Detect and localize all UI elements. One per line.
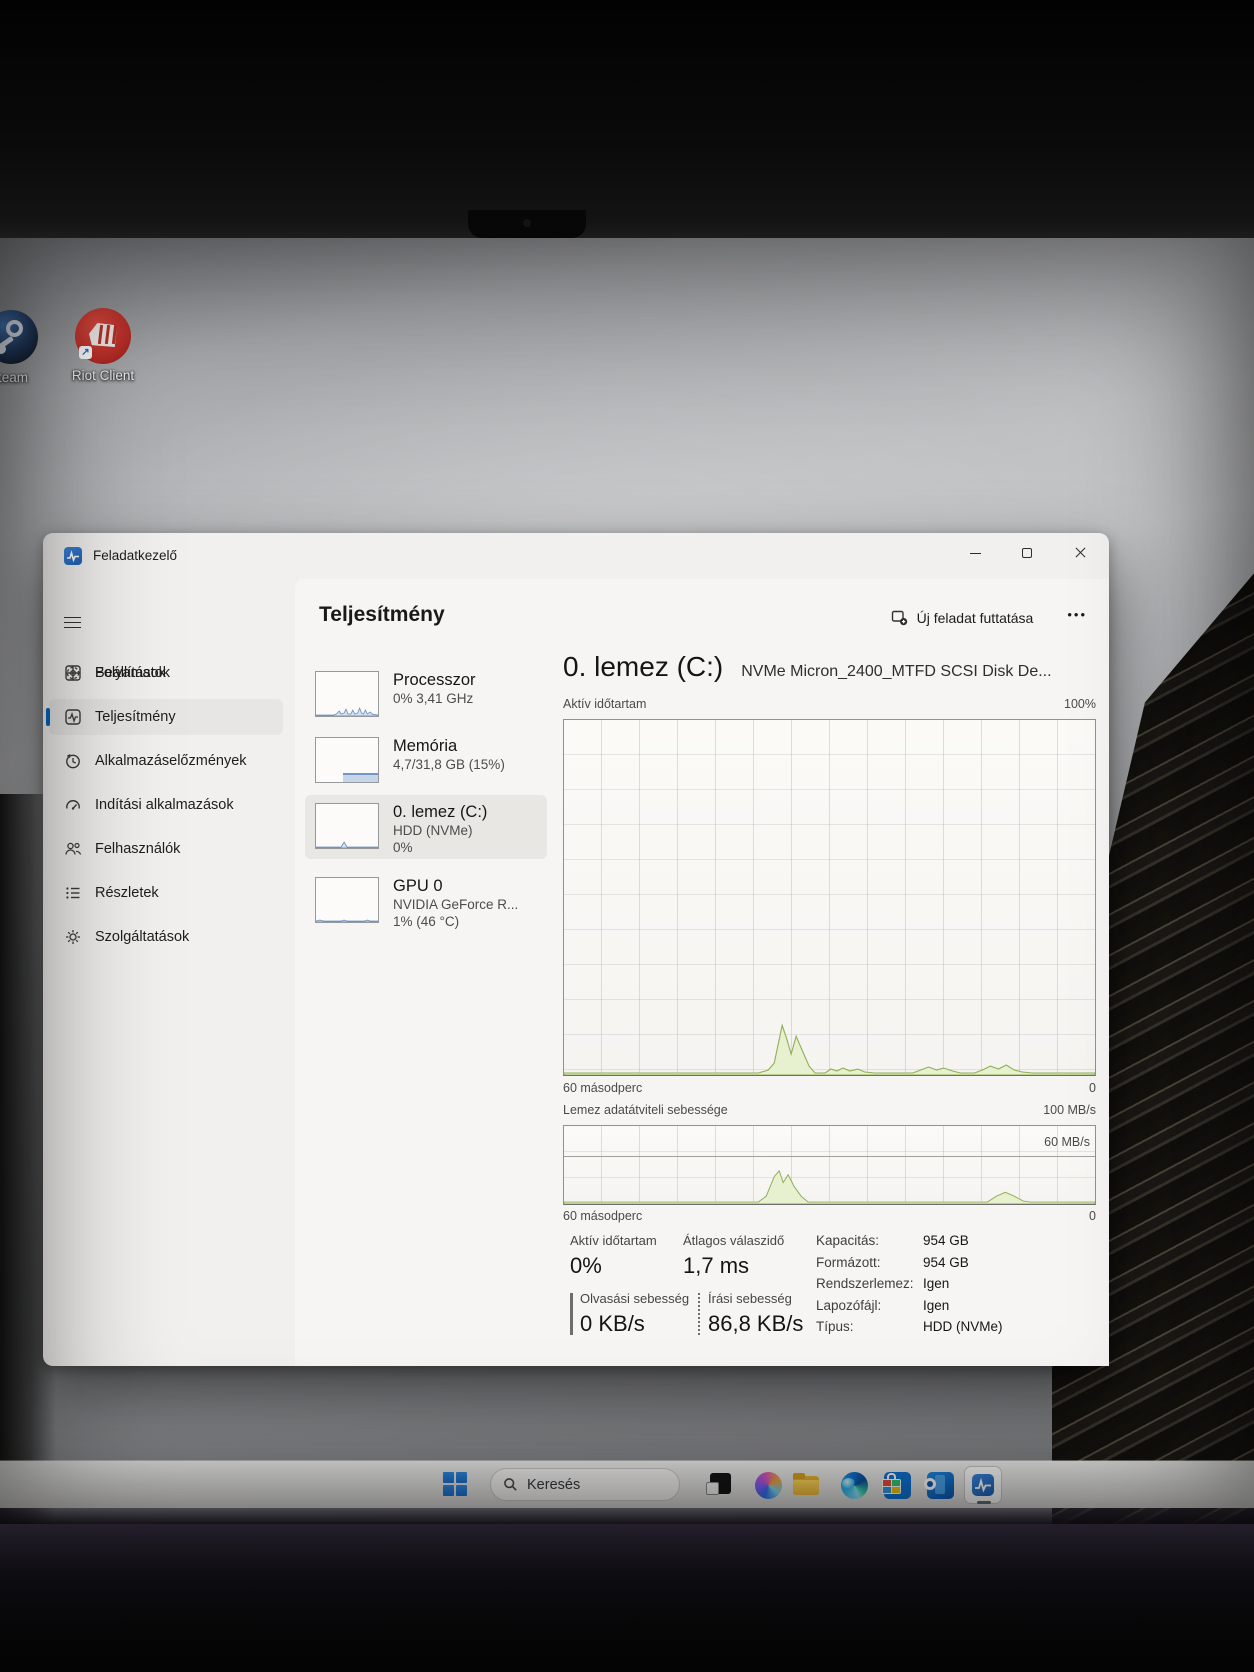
card-title: Processzor (393, 671, 476, 689)
chart1-xzero: 0 (1089, 1081, 1096, 1095)
windows-logo-icon (443, 1472, 468, 1497)
property-value: 954 GB (923, 1233, 969, 1248)
search-icon (503, 1477, 518, 1492)
chart2-xlabel: 60 másodperc (563, 1209, 643, 1223)
pane-title: Teljesítmény (319, 603, 445, 626)
taskbar-outlook-icon[interactable] (921, 1471, 954, 1499)
write-legend-bar (698, 1293, 700, 1335)
taskbar-file-explorer-icon[interactable] (792, 1471, 820, 1499)
window-titlebar: Feladatkezelő (43, 533, 1109, 579)
taskbar: Keresés (0, 1461, 1254, 1508)
task-manager-app-icon (64, 547, 82, 565)
chart1-xlabel: 60 másodperc (563, 1081, 643, 1095)
card-subtitle2: 0% (393, 840, 413, 855)
card-subtitle: 0% 3,41 GHz (393, 691, 474, 706)
riot-client-icon: ↗ (75, 308, 131, 364)
card-subtitle: 4,7/31,8 GB (15%) (393, 757, 505, 772)
desktop-icon-label: team (0, 370, 28, 385)
laptop-photo: team ↗ Riot Client Feladatkezelő Folyama… (0, 0, 1254, 1672)
property-value: HDD (NVMe) (923, 1319, 1003, 1334)
memory-card[interactable]: Memória 4,7/31,8 GB (15%) (315, 737, 551, 783)
chart1-ymax: 100% (1064, 697, 1096, 711)
laptop-bezel-top (0, 0, 1254, 238)
search-placeholder: Keresés (527, 1476, 581, 1493)
stat-label: Aktív időtartam (570, 1233, 657, 1248)
taskbar-task-view-icon[interactable] (706, 1471, 734, 1499)
stat-value: 0 KB/s (580, 1311, 645, 1336)
chart2-ymax: 100 MB/s (1043, 1103, 1096, 1117)
disk-activity-area (564, 1023, 1095, 1075)
sidebar-settings: Beállítások (43, 651, 295, 1352)
disk-card[interactable]: 0. lemez (C:) HDD (NVMe) 0% (315, 803, 551, 856)
taskbar-microsoft-store-icon[interactable] (878, 1471, 911, 1499)
laptop-bezel-bottom (0, 1524, 1254, 1672)
chart1-ylabel: Aktív időtartam (563, 697, 647, 711)
disk-active-time-chart (563, 719, 1096, 1076)
sidebar-item-beallitasok[interactable]: Beállítások (43, 651, 295, 695)
gpu-sparkline (315, 877, 379, 923)
start-button[interactable] (437, 1471, 474, 1498)
property-label: Kapacitás: (816, 1233, 880, 1248)
card-subtitle2: 1% (46 °C) (393, 914, 460, 929)
device-name: NVMe Micron_2400_MTFD SCSI Disk De... (741, 663, 1052, 680)
window-title: Feladatkezelő (93, 548, 178, 563)
desktop-icon-label: Riot Client (71, 368, 135, 383)
property-label: Típus: (816, 1319, 854, 1334)
property-value: 954 GB (923, 1254, 969, 1270)
detail-title: 0. lemez (C:) (563, 651, 724, 682)
cpu-sparkline (315, 671, 379, 717)
maximize-button[interactable] (1004, 535, 1050, 571)
stat-label: Olvasási sebesség (580, 1291, 690, 1306)
card-subtitle: NVIDIA GeForce R... (393, 897, 519, 912)
property-value: Igen (923, 1297, 950, 1313)
webcam-notch (468, 210, 586, 238)
desktop-icon-riot-client[interactable]: ↗ Riot Client (70, 308, 136, 383)
stat-value: 1,7 ms (683, 1253, 750, 1278)
property-label: Rendszerlemez: (816, 1276, 914, 1291)
memory-usage-fill (343, 773, 378, 782)
stat-label: Írási sebesség (708, 1291, 792, 1306)
disk-transfer-area (564, 1169, 1095, 1204)
chart2-xzero: 0 (1089, 1209, 1096, 1223)
gear-icon (64, 664, 82, 682)
memory-sparkline (315, 737, 379, 783)
taskbar-copilot-icon[interactable] (749, 1471, 782, 1499)
disk-sparkline (315, 803, 379, 849)
disk-properties: Kapacitás: 954 GB Formázott: 954 GB Rendsz… (816, 1233, 1096, 1341)
property-label: Lapozófájl: (816, 1297, 882, 1313)
active-app-indicator (977, 1500, 991, 1504)
stat-value: 0% (570, 1253, 602, 1278)
desktop-icon-steam[interactable]: team (0, 310, 42, 385)
task-manager-window: Feladatkezelő Folyamatok Teljesítmény Al… (43, 533, 1109, 1366)
taskbar-task-manager-icon[interactable] (964, 1465, 1002, 1504)
steam-icon (0, 310, 38, 364)
sidebar: Folyamatok Teljesítmény Alkalmazáselőzmé… (43, 579, 295, 1366)
menu-toggle-button[interactable] (60, 609, 90, 635)
laptop-screen: team ↗ Riot Client Feladatkezelő Folyama… (0, 238, 1254, 1524)
stat-value: 86,8 KB/s (708, 1311, 804, 1336)
performance-pane: Teljesítmény Új feladat futtatása ••• Pr… (295, 579, 1109, 1366)
property-label: Formázott: (816, 1254, 881, 1270)
sidebar-item-label: Beállítások (95, 665, 166, 681)
screen-edge-glow (0, 1508, 1254, 1524)
disk-detail: 0. lemez (C:) NVMe Micron_2400_MTFD SCSI… (563, 579, 1096, 1366)
stat-label: Átlagos válaszidő (683, 1233, 785, 1248)
taskbar-edge-icon[interactable] (835, 1471, 868, 1499)
minimize-button[interactable] (952, 535, 998, 571)
gpu-card[interactable]: GPU 0 NVIDIA GeForce R... 1% (46 °C) (315, 877, 551, 930)
chart2-ylabel: Lemez adatátviteli sebessége (563, 1103, 728, 1117)
webcam-lens (523, 219, 531, 227)
disk-transfer-rate-chart: 60 MB/s (563, 1125, 1096, 1205)
taskbar-search-input[interactable]: Keresés (490, 1468, 680, 1501)
read-legend-bar (570, 1293, 573, 1335)
card-title: Memória (393, 737, 458, 755)
card-title: GPU 0 (393, 877, 443, 895)
card-subtitle: HDD (NVMe) (393, 823, 473, 838)
card-title: 0. lemez (C:) (393, 803, 488, 821)
shortcut-arrow-icon: ↗ (79, 346, 92, 359)
close-button[interactable] (1057, 535, 1103, 571)
cpu-card[interactable]: Processzor 0% 3,41 GHz (315, 671, 551, 717)
property-value: Igen (923, 1276, 950, 1291)
